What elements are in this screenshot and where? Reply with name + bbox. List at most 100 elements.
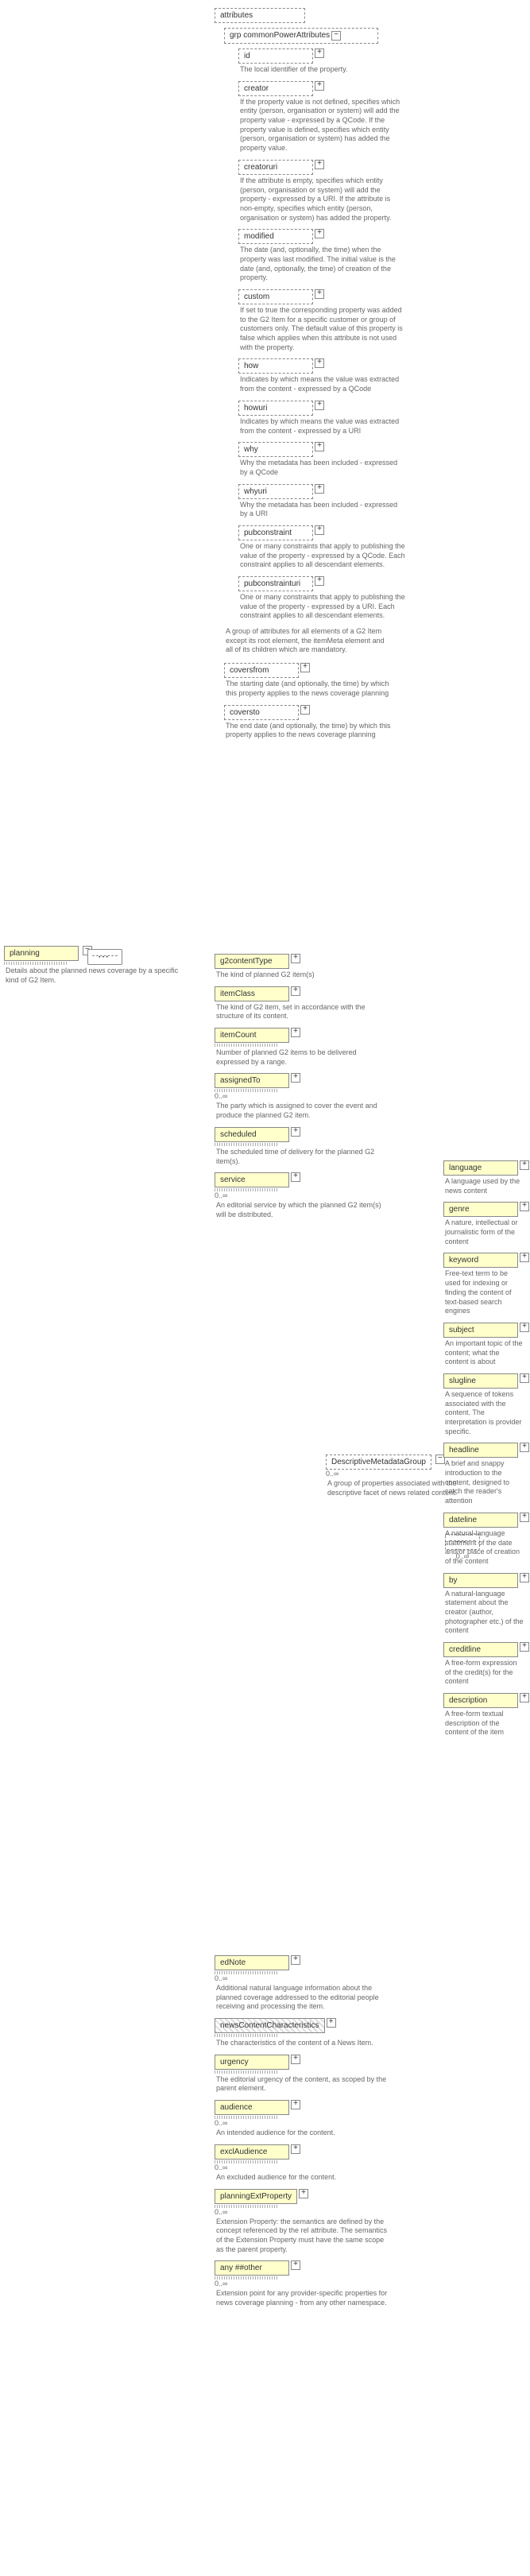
modified-box[interactable]: modified	[238, 229, 313, 244]
expand-icon[interactable]: +	[300, 705, 310, 715]
creditline-box[interactable]: creditline	[443, 1642, 518, 1657]
expand-icon[interactable]: +	[291, 2260, 300, 2270]
itemCount-box[interactable]: itemCount	[215, 1028, 289, 1043]
expand-icon[interactable]: +	[291, 954, 300, 963]
expand-icon[interactable]: +	[291, 1028, 300, 1037]
element-how: how+ Indicates by which means the value w…	[238, 358, 405, 393]
expand-icon[interactable]: +	[291, 1073, 300, 1083]
expand-icon[interactable]: +	[520, 1693, 529, 1702]
description: The party which is assigned to cover the…	[215, 1102, 391, 1120]
planning-element[interactable]: planning	[4, 946, 79, 961]
element-whyuri: whyuri+Why the metadata has been include…	[238, 484, 405, 519]
expand-icon[interactable]: +	[300, 663, 310, 672]
why-box[interactable]: why	[238, 442, 313, 457]
itemClass-box[interactable]: itemClass	[215, 986, 289, 1001]
edNote-box[interactable]: edNote	[215, 1955, 289, 1970]
whyuri-box[interactable]: whyuri	[238, 484, 313, 499]
description: If the attribute is empty, specifies whi…	[238, 176, 405, 223]
planningExtProperty-box[interactable]: planningExtProperty	[215, 2189, 297, 2204]
element-coversto: coversto+The end date (and optionally, t…	[224, 705, 405, 740]
description: An important topic of the content; what …	[443, 1339, 524, 1367]
expand-icon[interactable]: +	[291, 1955, 300, 1965]
service-box[interactable]: service	[215, 1172, 289, 1187]
coversfrom-box[interactable]: coversfrom	[224, 663, 299, 678]
language-box[interactable]: language	[443, 1160, 518, 1176]
expand-icon[interactable]: +	[315, 358, 324, 368]
element-creditline: creditline+ A free-form expression of the…	[443, 1642, 530, 1687]
custom-box[interactable]: custom	[238, 289, 313, 304]
expand-icon[interactable]: +	[291, 2055, 300, 2064]
exclAudience-box[interactable]: exclAudience	[215, 2144, 289, 2160]
element-itemCount: itemCount+Number of planned G2 items to …	[215, 1028, 405, 1067]
expand-icon[interactable]: +	[315, 48, 324, 58]
expand-icon[interactable]: +	[315, 576, 324, 586]
slugline-box[interactable]: slugline	[443, 1373, 518, 1389]
how-box[interactable]: how	[238, 358, 313, 374]
expand-icon[interactable]: +	[520, 1373, 529, 1383]
description: An excluded audience for the content.	[215, 2173, 391, 2183]
expand-icon[interactable]: +	[315, 525, 324, 535]
description: The kind of G2 item, set in accordance w…	[215, 1003, 391, 1021]
expand-icon[interactable]: +	[520, 1443, 529, 1452]
planning-label: planning	[10, 949, 40, 958]
any ##other-box[interactable]: any ##other	[215, 2260, 289, 2276]
expand-icon[interactable]: +	[315, 442, 324, 451]
expand-icon[interactable]: +	[520, 1253, 529, 1262]
scheduled-box[interactable]: scheduled	[215, 1127, 289, 1142]
description: If set to true the corresponding propert…	[238, 306, 405, 352]
urgency-box[interactable]: urgency	[215, 2055, 289, 2070]
dateline-box[interactable]: dateline	[443, 1513, 518, 1528]
id-box[interactable]: id	[238, 48, 313, 64]
expand-icon[interactable]: +	[315, 81, 324, 91]
expand-icon[interactable]: +	[291, 1127, 300, 1137]
expand-icon[interactable]: +	[520, 1160, 529, 1170]
expand-icon[interactable]: +	[520, 1202, 529, 1211]
expand-icon[interactable]: +	[520, 1513, 529, 1522]
creator-box[interactable]: creator	[238, 81, 313, 96]
expand-icon[interactable]: +	[315, 160, 324, 169]
subject-box[interactable]: subject	[443, 1323, 518, 1338]
occurrence: 0..∞	[215, 2163, 421, 2171]
expand-icon[interactable]: +	[315, 289, 324, 299]
description: The local identifier of the property.	[238, 65, 405, 75]
headline-box[interactable]: headline	[443, 1443, 518, 1458]
expand-icon[interactable]: +	[520, 1573, 529, 1582]
dmg-element[interactable]: DescriptiveMetadataGroup	[326, 1455, 431, 1470]
expand-icon[interactable]: +	[315, 229, 324, 238]
pubconstraint-box[interactable]: pubconstraint	[238, 525, 313, 540]
expand-icon[interactable]: +	[291, 1172, 300, 1182]
expand-icon[interactable]: +	[299, 2189, 308, 2198]
keyword-box[interactable]: keyword	[443, 1253, 518, 1268]
expand-icon[interactable]: +	[315, 484, 324, 494]
howuri-box[interactable]: howuri	[238, 401, 313, 416]
element-why: why+Why the metadata has been included -…	[238, 442, 405, 477]
expand-icon[interactable]: +	[291, 2100, 300, 2109]
description: One or many constraints that apply to pu…	[238, 593, 405, 621]
expand-icon[interactable]: +	[520, 1642, 529, 1652]
description: Indicates by which means the value was e…	[238, 375, 405, 393]
pubconstrainturi-box[interactable]: pubconstrainturi	[238, 576, 313, 591]
audience-box[interactable]: audience	[215, 2100, 289, 2115]
connector-strip	[215, 1143, 278, 1146]
element-audience: audience+0..∞An intended audience for th…	[215, 2100, 421, 2138]
expand-icon[interactable]: +	[327, 2018, 336, 2028]
genre-box[interactable]: genre	[443, 1202, 518, 1217]
seq-connector	[87, 949, 122, 967]
by-box[interactable]: by	[443, 1573, 518, 1588]
expand-icon[interactable]: +	[291, 2144, 300, 2154]
expand-icon[interactable]: +	[520, 1323, 529, 1332]
element-pubconstrainturi: pubconstrainturi+ One or many constraints…	[238, 576, 405, 621]
description: A free-form expression of the credit(s) …	[443, 1659, 524, 1687]
description-box[interactable]: description	[443, 1693, 518, 1708]
occurrence: 0..∞	[215, 1191, 405, 1199]
creatoruri-box[interactable]: creatoruri	[238, 160, 313, 175]
assignedTo-box[interactable]: assignedTo	[215, 1073, 289, 1088]
newsContentCharacteristics-box[interactable]: newsContentCharacteristics	[215, 2018, 325, 2033]
expand-icon[interactable]: +	[315, 401, 324, 410]
g2contentType-box[interactable]: g2contentType	[215, 954, 289, 969]
expand-icon[interactable]: +	[291, 986, 300, 996]
element-language: language+A language used by the news con…	[443, 1160, 530, 1195]
expand-icon[interactable]: −	[331, 31, 341, 41]
description: The date (and, optionally, the time) whe…	[238, 246, 405, 283]
coversto-box[interactable]: coversto	[224, 705, 299, 720]
